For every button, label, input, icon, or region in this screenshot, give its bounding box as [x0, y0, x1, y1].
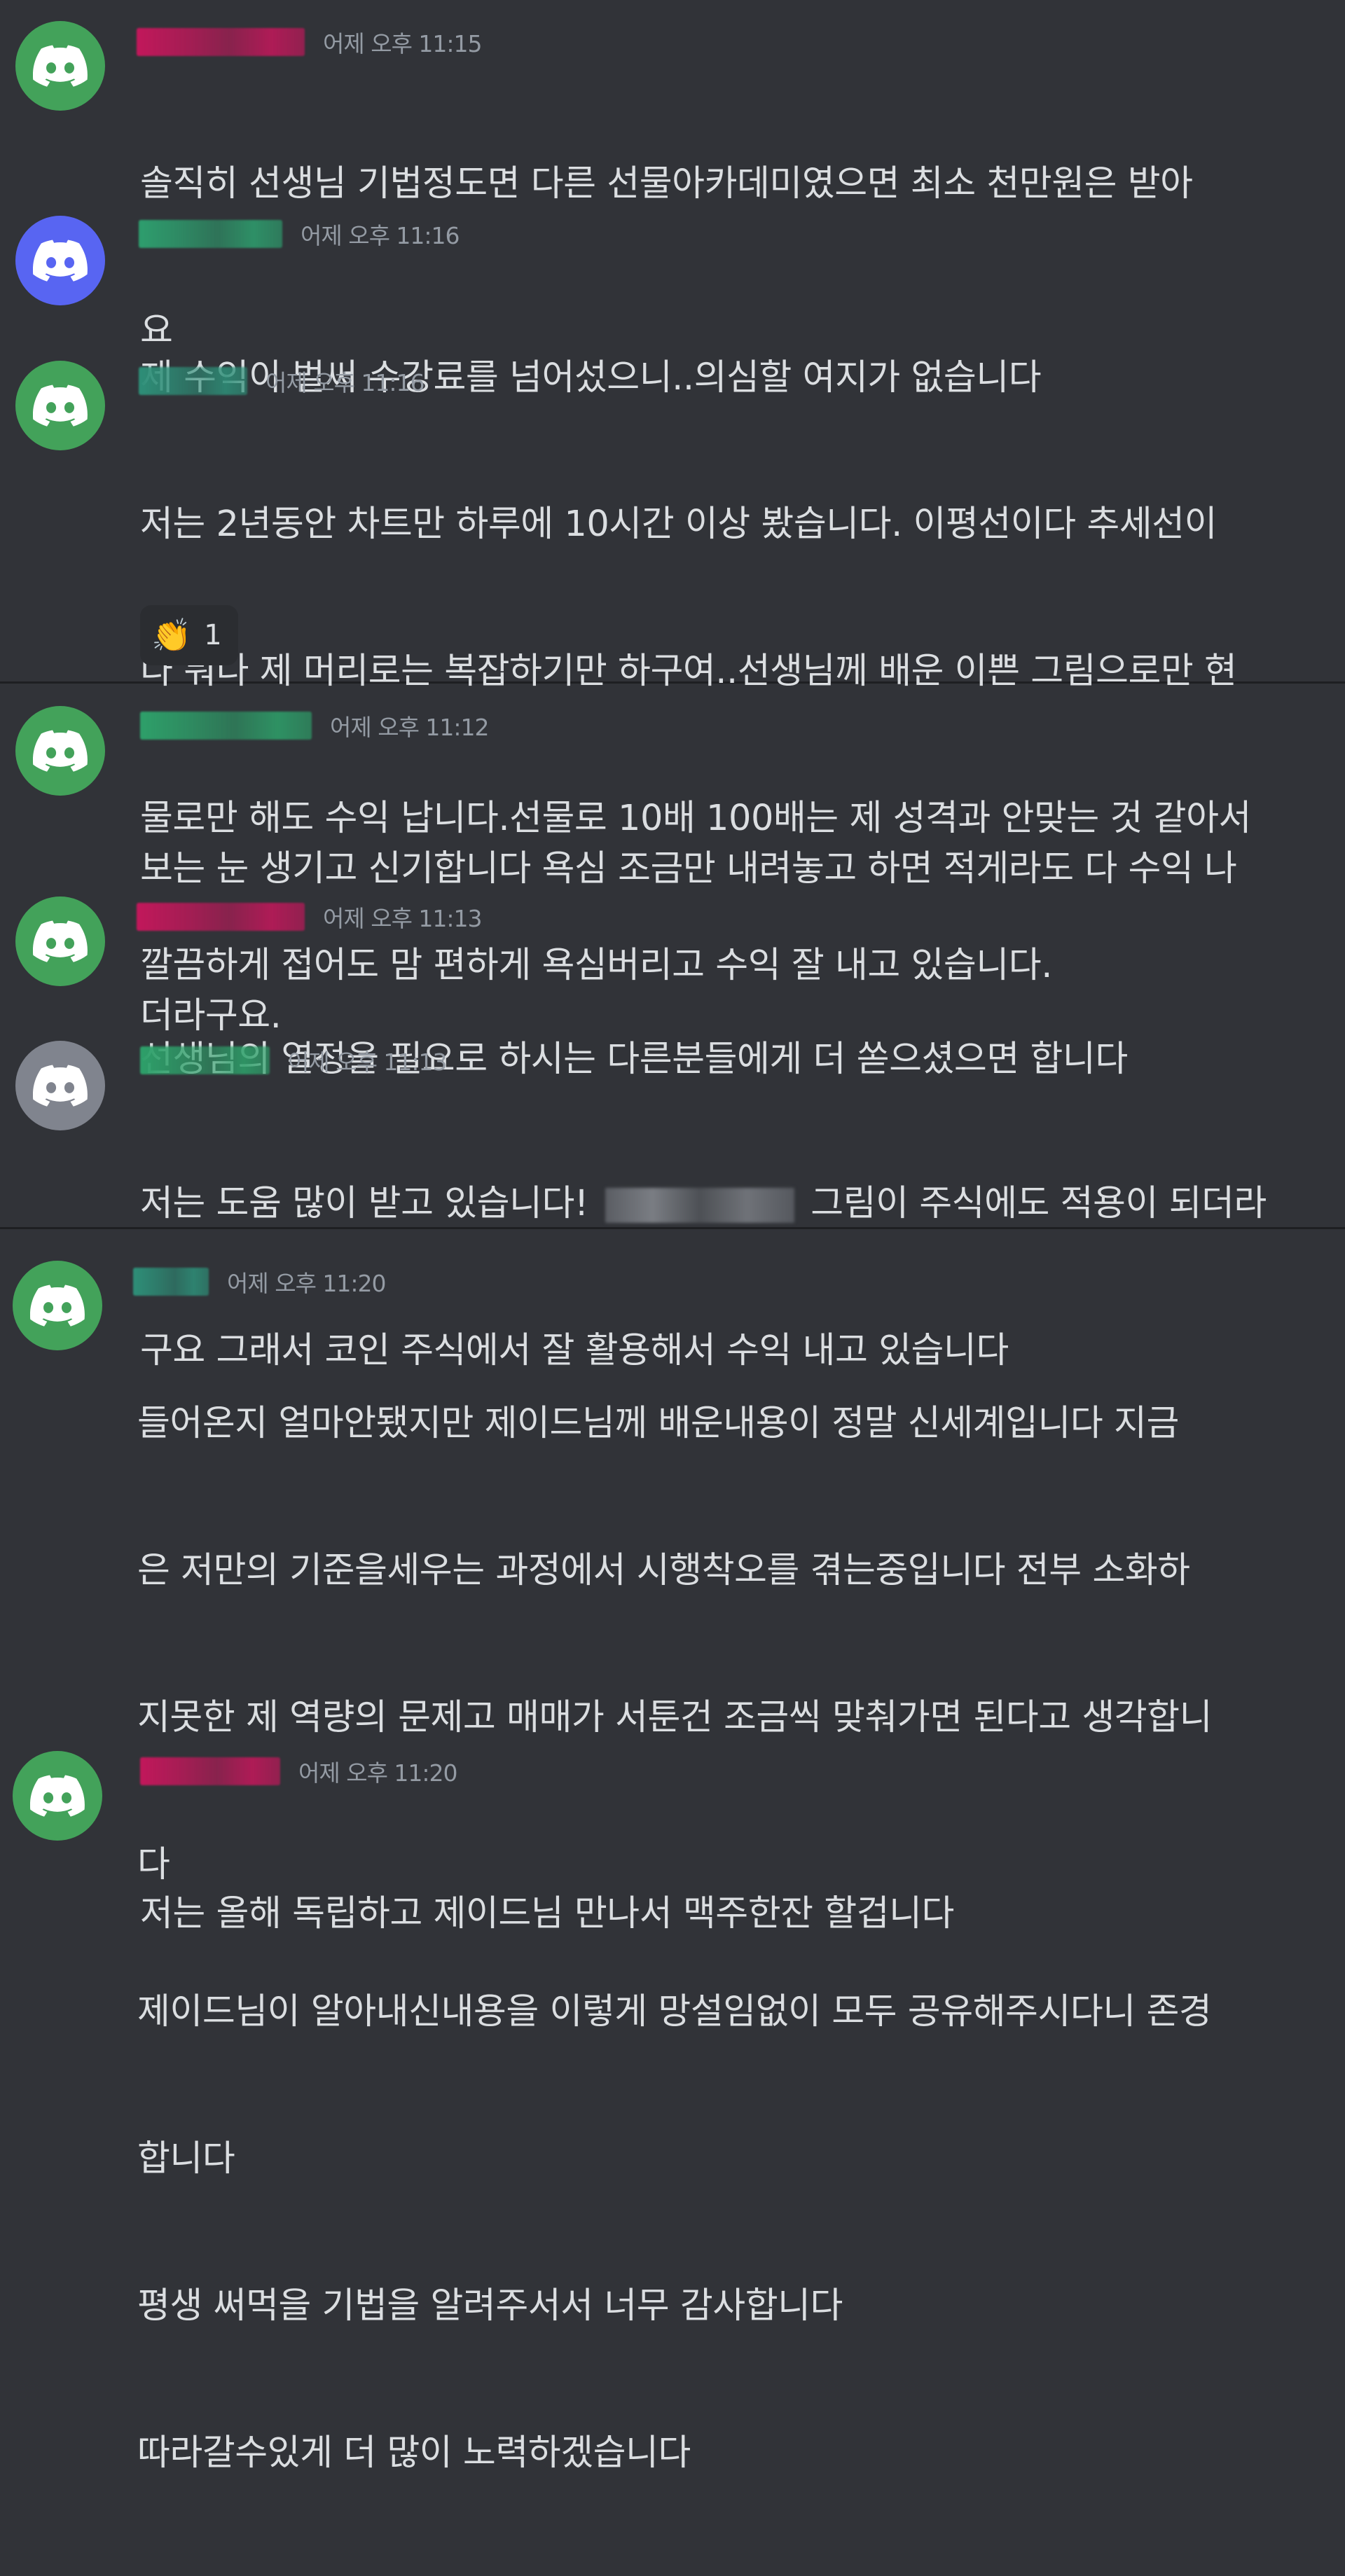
message-line: 다 뭐다 제 머리로는 복잡하기만 하구여..선생님께 배운 이쁜 그림으로만 … — [140, 651, 1237, 692]
discord-logo-icon — [33, 385, 88, 427]
message-line: 합니다 — [137, 2138, 235, 2180]
timestamp: 어제 오후 11:13 — [323, 905, 483, 932]
username-redacted[interactable] — [140, 712, 312, 740]
message-header: 어제 오후 11:20 — [133, 1265, 387, 1299]
username-redacted[interactable] — [137, 28, 305, 56]
message-line: 은 저만의 기준을세우는 과정에서 시행착오를 겪는중입니다 전부 소화하 — [137, 1550, 1190, 1591]
message-line: 솔직히 선생님 기법정도면 다른 선물아카데미였으면 최소 천만원은 받아 — [140, 163, 1193, 205]
redacted-text — [605, 1188, 794, 1223]
username-redacted[interactable] — [139, 220, 282, 248]
username-redacted[interactable] — [140, 1046, 270, 1074]
message-header: 어제 오후 11:13 — [140, 1044, 448, 1077]
message-line: 저는 2년동안 차트만 하루에 10시간 이상 봤습니다. 이평선이다 추세선이 — [140, 504, 1218, 545]
timestamp: 어제 오후 11:20 — [227, 1270, 387, 1297]
reaction-pill[interactable]: 👏 1 — [140, 605, 238, 665]
avatar[interactable] — [15, 216, 105, 305]
username-redacted[interactable] — [133, 1268, 209, 1296]
avatar[interactable] — [15, 1041, 105, 1130]
timestamp: 어제 오후 11:20 — [298, 1759, 458, 1787]
timestamp: 어제 오후 11:15 — [323, 30, 483, 57]
clapping-hands-icon: 👏 — [151, 616, 192, 654]
timestamp: 어제 오후 11:12 — [330, 714, 490, 741]
discord-logo-icon — [33, 240, 88, 282]
avatar[interactable] — [15, 706, 105, 796]
username-redacted[interactable] — [140, 1757, 280, 1785]
message-line: 보는 눈 생기고 신기합니다 욕심 조금만 내려놓고 하면 적게라도 다 수익 … — [140, 848, 1237, 889]
timestamp: 어제 오후 11:16 — [265, 369, 425, 396]
message-line: 지못한 제 역량의 문제고 매매가 서툰건 조금씩 맞춰가면 된다고 생각합니 — [137, 1697, 1213, 1738]
message-line: 따라갈수있게 더 많이 노력하겠습니다 — [137, 2432, 691, 2474]
message-text: 저는 올해 독립하고 제이드님 만나서 맥주한잔 할겁니다 — [140, 1792, 954, 2037]
message-line: 저는 올해 독립하고 제이드님 만나서 맥주한잔 할겁니다 — [140, 1893, 954, 1934]
discord-logo-icon — [30, 1775, 85, 1817]
discord-logo-icon — [33, 920, 88, 962]
discord-logo-icon — [30, 1284, 85, 1327]
message-fragment: 저는 도움 많이 받고 있습니다! — [140, 1183, 600, 1224]
message-header: 어제 오후 11:15 — [137, 25, 483, 59]
avatar[interactable] — [15, 361, 105, 450]
message-header: 어제 오후 11:16 — [139, 364, 425, 398]
avatar[interactable] — [13, 1751, 102, 1841]
timestamp: 어제 오후 11:16 — [301, 222, 460, 249]
message-header: 어제 오후 11:13 — [137, 900, 483, 934]
discord-logo-icon — [33, 730, 88, 772]
message-header: 어제 오후 11:16 — [139, 217, 460, 251]
message-line: 평생 써먹을 기법을 알려주서서 너무 감사합니다 — [137, 2285, 843, 2327]
timestamp: 어제 오후 11:13 — [288, 1048, 448, 1076]
message-line: 들어온지 얼마안됐지만 제이드님께 배운내용이 정말 신세계입니다 지금 — [137, 1403, 1179, 1444]
avatar[interactable] — [15, 896, 105, 986]
username-redacted[interactable] — [137, 903, 305, 931]
avatar[interactable] — [15, 21, 105, 111]
message-line: 저는 도움 많이 받고 있습니다! 그림이 주식에도 적용이 되더라 — [140, 1179, 1267, 1228]
avatar[interactable] — [13, 1261, 102, 1350]
message-header: 어제 오후 11:12 — [140, 709, 490, 742]
message-header: 어제 오후 11:20 — [140, 1754, 458, 1788]
discord-logo-icon — [33, 45, 88, 87]
reaction-count: 1 — [204, 619, 222, 651]
username-redacted[interactable] — [139, 367, 247, 395]
message-fragment: 그림이 주식에도 적용이 되더라 — [799, 1183, 1267, 1224]
discord-logo-icon — [33, 1065, 88, 1107]
